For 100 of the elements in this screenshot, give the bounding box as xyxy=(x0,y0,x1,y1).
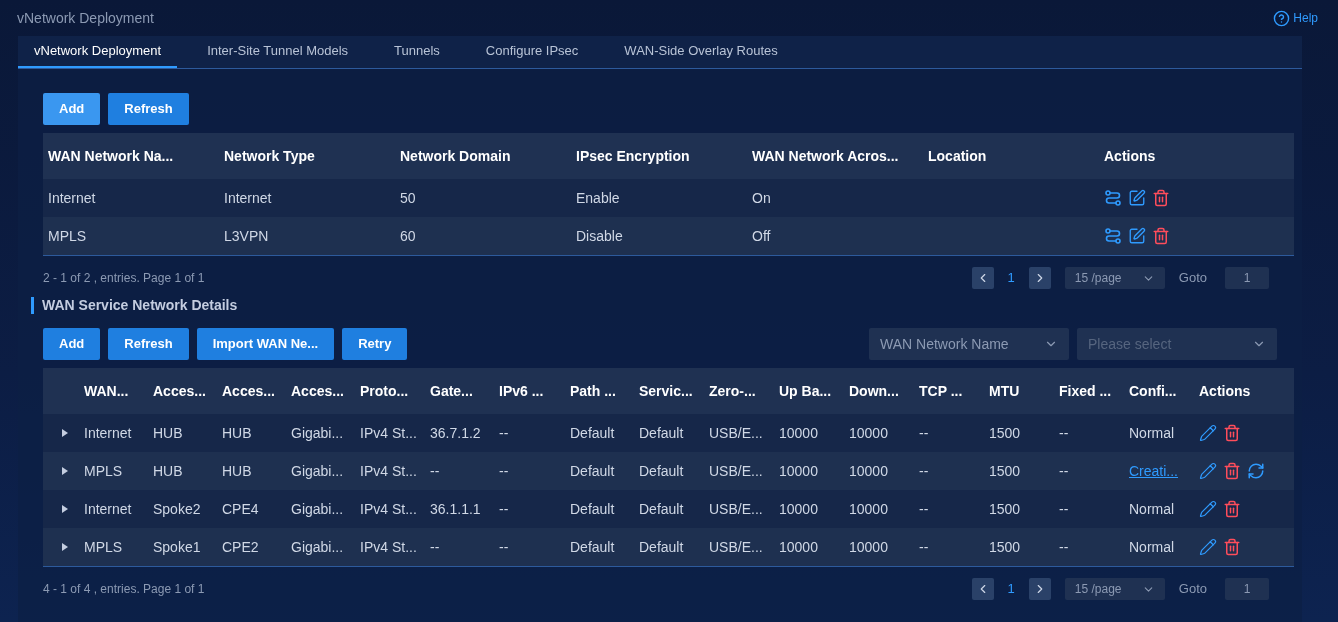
goto-field[interactable]: 1 xyxy=(1225,578,1269,600)
page-size-select[interactable]: 15 /page xyxy=(1064,578,1165,600)
table-cell: Internet xyxy=(224,190,272,206)
edit-icon[interactable] xyxy=(1128,227,1146,245)
help-link[interactable]: Help xyxy=(1273,9,1318,27)
table-cell-text: 36.1.1.1 xyxy=(430,499,482,519)
table-cell-text: -- xyxy=(499,423,510,443)
column-header: Acces... xyxy=(291,381,345,401)
column-header: Gate... xyxy=(430,381,474,401)
table-cell-text: Internet xyxy=(84,499,133,519)
table-cell: 60 xyxy=(400,228,416,244)
table-cell-text: Spoke2 xyxy=(153,499,202,519)
tab[interactable]: Tunnels xyxy=(378,35,456,68)
delete-icon[interactable] xyxy=(1152,189,1170,207)
delete-icon[interactable] xyxy=(1223,538,1241,556)
table-cell-text: CPE2 xyxy=(222,537,260,557)
table-cell: Off xyxy=(752,228,771,244)
table-cell-text: Default xyxy=(570,537,616,557)
goto-label: Goto xyxy=(1178,269,1207,288)
table-cell-text: -- xyxy=(919,423,930,443)
action-button[interactable]: Refresh xyxy=(108,93,189,125)
route-icon[interactable] xyxy=(1104,227,1122,245)
tab[interactable]: Configure IPsec xyxy=(469,35,595,68)
column-header: Actions xyxy=(1199,381,1252,401)
tab[interactable]: WAN-Side Overlay Routes xyxy=(608,35,794,68)
filter-select[interactable]: WAN Network Name xyxy=(869,328,1069,360)
table-cell: MPLS xyxy=(48,228,87,244)
section-marker xyxy=(31,296,34,314)
action-button[interactable]: Retry xyxy=(342,328,408,360)
column-header: Fixed ... xyxy=(1059,381,1113,401)
column-header: Zero-... xyxy=(709,381,757,401)
column-header: Path ... xyxy=(570,381,617,401)
table-cell-text: IPv4 St... xyxy=(360,461,418,481)
previous-page-button[interactable] xyxy=(971,578,994,600)
table-cell: Enable xyxy=(576,190,620,206)
table-cell-text: 1500 xyxy=(989,461,1022,481)
table-cell-text: HUB xyxy=(222,461,253,481)
table-cell-text: USB/E... xyxy=(709,499,764,519)
delete-icon[interactable] xyxy=(1223,462,1241,480)
column-header: WAN Network Acros... xyxy=(751,146,900,166)
edit-icon[interactable] xyxy=(1199,462,1217,480)
page-title: vNetwork Deployment xyxy=(17,8,154,28)
action-button[interactable]: Add xyxy=(43,328,101,360)
edit-icon[interactable] xyxy=(1199,500,1217,518)
table-cell-text: Gigabi... xyxy=(291,423,345,443)
table-cell-text: -- xyxy=(1059,537,1070,557)
table-cell-text: CPE4 xyxy=(222,499,260,519)
delete-icon[interactable] xyxy=(1223,424,1241,442)
column-header: Acces... xyxy=(222,381,276,401)
table-cell-text: USB/E... xyxy=(709,423,764,443)
table-cell-text: Gigabi... xyxy=(291,499,345,519)
expand-caret-icon[interactable] xyxy=(61,467,68,475)
edit-icon[interactable] xyxy=(1128,189,1146,207)
column-header: WAN... xyxy=(84,381,130,401)
table-cell: Internet xyxy=(48,190,96,206)
page-size-select[interactable]: 15 /page xyxy=(1064,267,1165,289)
table-cell-text: -- xyxy=(919,461,930,481)
column-header: Location xyxy=(927,146,988,166)
previous-page-button[interactable] xyxy=(971,267,994,289)
table-cell-text: 10000 xyxy=(779,423,819,443)
delete-icon[interactable] xyxy=(1152,227,1170,245)
next-page-button[interactable] xyxy=(1028,267,1051,289)
edit-icon[interactable] xyxy=(1199,424,1217,442)
table-cell-text: 1500 xyxy=(989,537,1022,557)
table-cell-text: IPv4 St... xyxy=(360,537,418,557)
table-cell-text: HUB xyxy=(222,423,253,443)
table-cell-text: MPLS xyxy=(84,537,124,557)
table-cell: L3VPN xyxy=(224,228,269,244)
column-header: Network Domain xyxy=(399,146,512,166)
status-link[interactable]: Creati... xyxy=(1129,463,1178,479)
table-cell-text: IPv4 St... xyxy=(360,423,418,443)
table-cell-text: -- xyxy=(499,499,510,519)
table-cell-text: HUB xyxy=(153,423,184,443)
table-cell-text: -- xyxy=(1059,461,1070,481)
action-button[interactable]: Import WAN Ne... xyxy=(196,328,335,360)
table-cell: Normal xyxy=(1129,501,1175,517)
entries-summary: 4 - 1 of 4 , entries. Page 1 of 1 xyxy=(43,581,205,598)
action-button[interactable]: Refresh xyxy=(108,328,189,360)
tab[interactable]: Inter-Site Tunnel Models xyxy=(191,35,365,68)
expand-caret-icon[interactable] xyxy=(61,505,68,513)
refresh-icon[interactable] xyxy=(1247,462,1265,480)
goto-field[interactable]: 1 xyxy=(1225,267,1269,289)
column-header: IPv6 ... xyxy=(499,381,545,401)
action-button[interactable]: Add xyxy=(43,93,101,125)
table-cell-text: -- xyxy=(1059,499,1070,519)
expand-caret-icon[interactable] xyxy=(61,429,68,437)
page-number[interactable]: 1 xyxy=(1003,579,1019,599)
tab[interactable]: vNetwork Deployment xyxy=(18,35,178,68)
route-icon[interactable] xyxy=(1104,189,1122,207)
table-cell-text: 1500 xyxy=(989,423,1022,443)
expand-caret-icon[interactable] xyxy=(61,543,68,551)
page-number[interactable]: 1 xyxy=(1003,268,1019,288)
table-cell-text: Gigabi... xyxy=(291,461,345,481)
delete-icon[interactable] xyxy=(1223,500,1241,518)
table-cell: Normal xyxy=(1129,539,1175,555)
table-cell-text: 10000 xyxy=(779,461,819,481)
edit-icon[interactable] xyxy=(1199,538,1217,556)
table-cell-text: HUB xyxy=(153,461,184,481)
table-cell-text: Spoke1 xyxy=(153,537,202,557)
next-page-button[interactable] xyxy=(1028,578,1051,600)
